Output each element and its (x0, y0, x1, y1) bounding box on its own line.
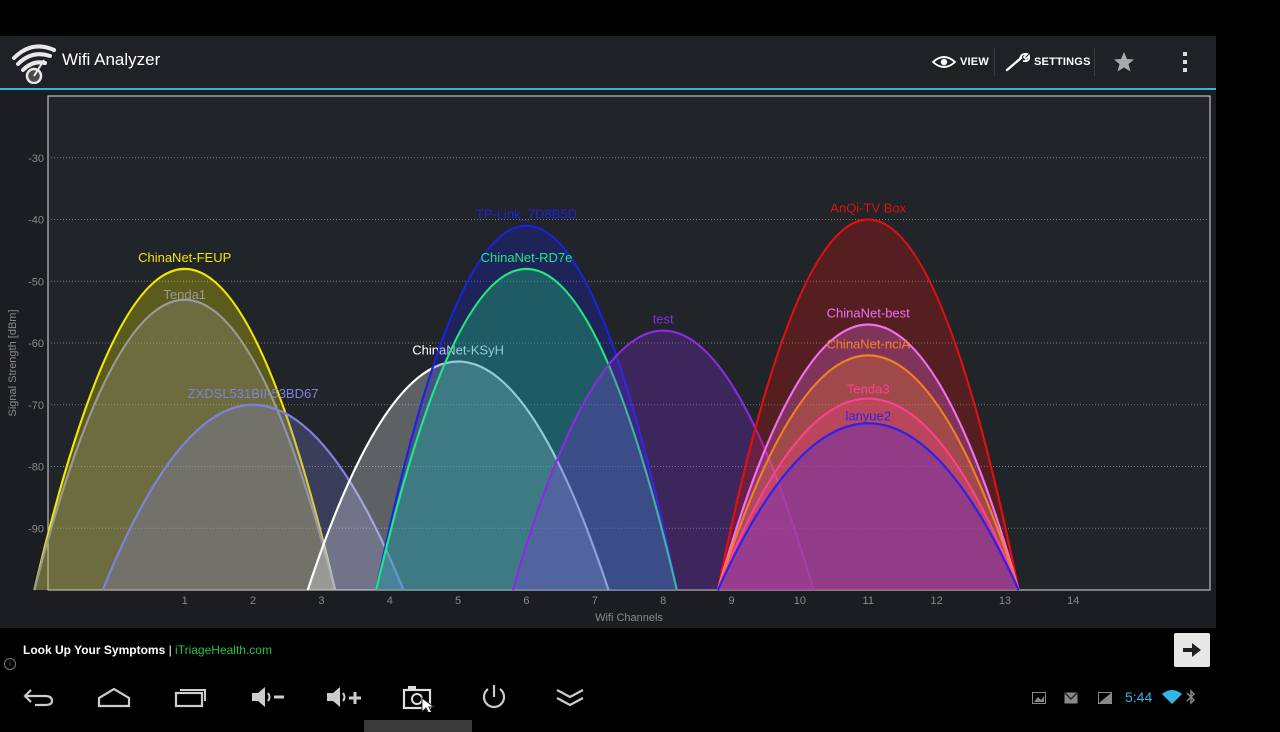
x-tick-label: 3 (318, 595, 324, 607)
recent-apps-button[interactable] (166, 680, 214, 714)
hide-navbar-button[interactable] (546, 680, 594, 714)
settings-label: SETTINGS (1034, 56, 1091, 68)
power-icon (482, 685, 506, 709)
volume-down-button[interactable] (244, 680, 292, 714)
network-label: ChinaNet-FEUP (138, 250, 231, 265)
x-tick-label: 1 (182, 595, 188, 607)
y-axis-label: Signal Strength [dBm] (7, 309, 19, 416)
channel-graph[interactable]: -30-40-50-60-70-80-901 2 3 4 5 6 7 8 9 10 11 12 13 14… (0, 90, 1216, 630)
x-tick-label: 10 (794, 595, 806, 607)
wifi-analyzer-app-icon[interactable] (10, 40, 58, 85)
screenshot-button[interactable] (394, 680, 442, 714)
ad-separator: | (165, 643, 176, 657)
wrench-icon (1005, 52, 1031, 72)
right-edge (1216, 0, 1280, 672)
ad-link[interactable]: iTriageHealth.com (175, 643, 272, 657)
image-notification-icon (1032, 692, 1046, 704)
x-tick-label: 13 (999, 595, 1011, 607)
arrow-right-icon (1183, 643, 1201, 657)
view-label: VIEW (960, 56, 989, 68)
volume-up-button[interactable] (320, 680, 368, 714)
app-window: Wifi Analyzer VIEW SETTINGS -30 -40 -50 … (0, 0, 1216, 672)
network-label: AnQi-TV Box (830, 201, 906, 216)
favorite-button[interactable] (1112, 44, 1136, 80)
x-tick-label: 14 (1067, 595, 1079, 607)
settings-button[interactable]: SETTINGS (1005, 44, 1091, 80)
x-axis-label: Wifi Channels (595, 612, 663, 624)
eye-icon (932, 56, 956, 68)
bluetooth-icon (1186, 689, 1196, 705)
x-tick-label: 8 (660, 595, 666, 607)
status-bar (0, 0, 1216, 36)
y-tick-label: -60 (28, 338, 44, 350)
volume-down-icon (252, 687, 284, 707)
x-tick-label: 7 (592, 595, 598, 607)
home-button[interactable] (90, 680, 138, 714)
ad-info-icon[interactable]: i (4, 658, 16, 670)
ad-open-button[interactable] (1174, 633, 1210, 667)
network-label: ChinaNet-RD7e (481, 250, 573, 265)
network-label: ZXDSL531BII-53BD67 (188, 386, 319, 401)
x-tick-label: 4 (387, 595, 393, 607)
mail-notification-icon (1064, 692, 1078, 704)
more-vertical-icon (1183, 52, 1187, 72)
y-tick-label: -90 (28, 523, 44, 535)
network-label: Tenda3 (847, 382, 890, 397)
divider (994, 48, 995, 76)
ad-title: Look Up Your Symptoms (23, 643, 166, 657)
y-tick-label: -30 (28, 153, 44, 165)
network-label: TP-Link_7D8B5D (476, 207, 577, 222)
star-icon (1114, 52, 1134, 72)
y-tick-label: -40 (28, 215, 44, 227)
x-tick-label: 2 (250, 595, 256, 607)
x-tick-label: 12 (930, 595, 942, 607)
clock: 5:44 (1125, 689, 1153, 705)
y-tick-label: -70 (28, 400, 44, 412)
network-label: lanyue2 (845, 408, 891, 423)
x-tick-label: 11 (863, 595, 874, 607)
system-navigation-bar: 5:44 (0, 672, 1280, 720)
x-tick-label: 9 (728, 595, 734, 607)
view-button[interactable]: VIEW (932, 44, 989, 80)
overflow-menu-button[interactable] (1178, 44, 1192, 80)
wifi-signal-icon (1162, 690, 1182, 704)
power-button[interactable] (470, 680, 518, 714)
network-label: test (653, 312, 674, 327)
screenshot-notification-icon (1098, 692, 1112, 704)
ad-banner[interactable]: Look Up Your Symptoms | iTriageHealth.co… (0, 628, 1216, 672)
double-chevron-down-icon (556, 689, 584, 707)
network-label: Tenda1 (163, 287, 206, 302)
x-tick-label: 6 (523, 595, 529, 607)
network-label: ChinaNet-best (827, 305, 910, 320)
back-button[interactable] (14, 680, 62, 714)
home-icon (97, 687, 131, 708)
network-label: ChinaNet-nciA (826, 336, 910, 351)
y-tick-label: -50 (28, 276, 44, 288)
action-bar: Wifi Analyzer VIEW SETTINGS (0, 36, 1216, 90)
ad-text[interactable]: Look Up Your Symptoms | iTriageHealth.co… (23, 643, 272, 657)
app-title: Wifi Analyzer (62, 50, 161, 69)
screenshot-icon (402, 686, 436, 712)
back-icon (23, 689, 54, 707)
divider (1094, 48, 1095, 76)
x-tick-label: 5 (455, 595, 461, 607)
recent-apps-icon (174, 689, 206, 708)
y-tick-label: -80 (28, 462, 44, 474)
volume-up-icon (327, 687, 361, 707)
